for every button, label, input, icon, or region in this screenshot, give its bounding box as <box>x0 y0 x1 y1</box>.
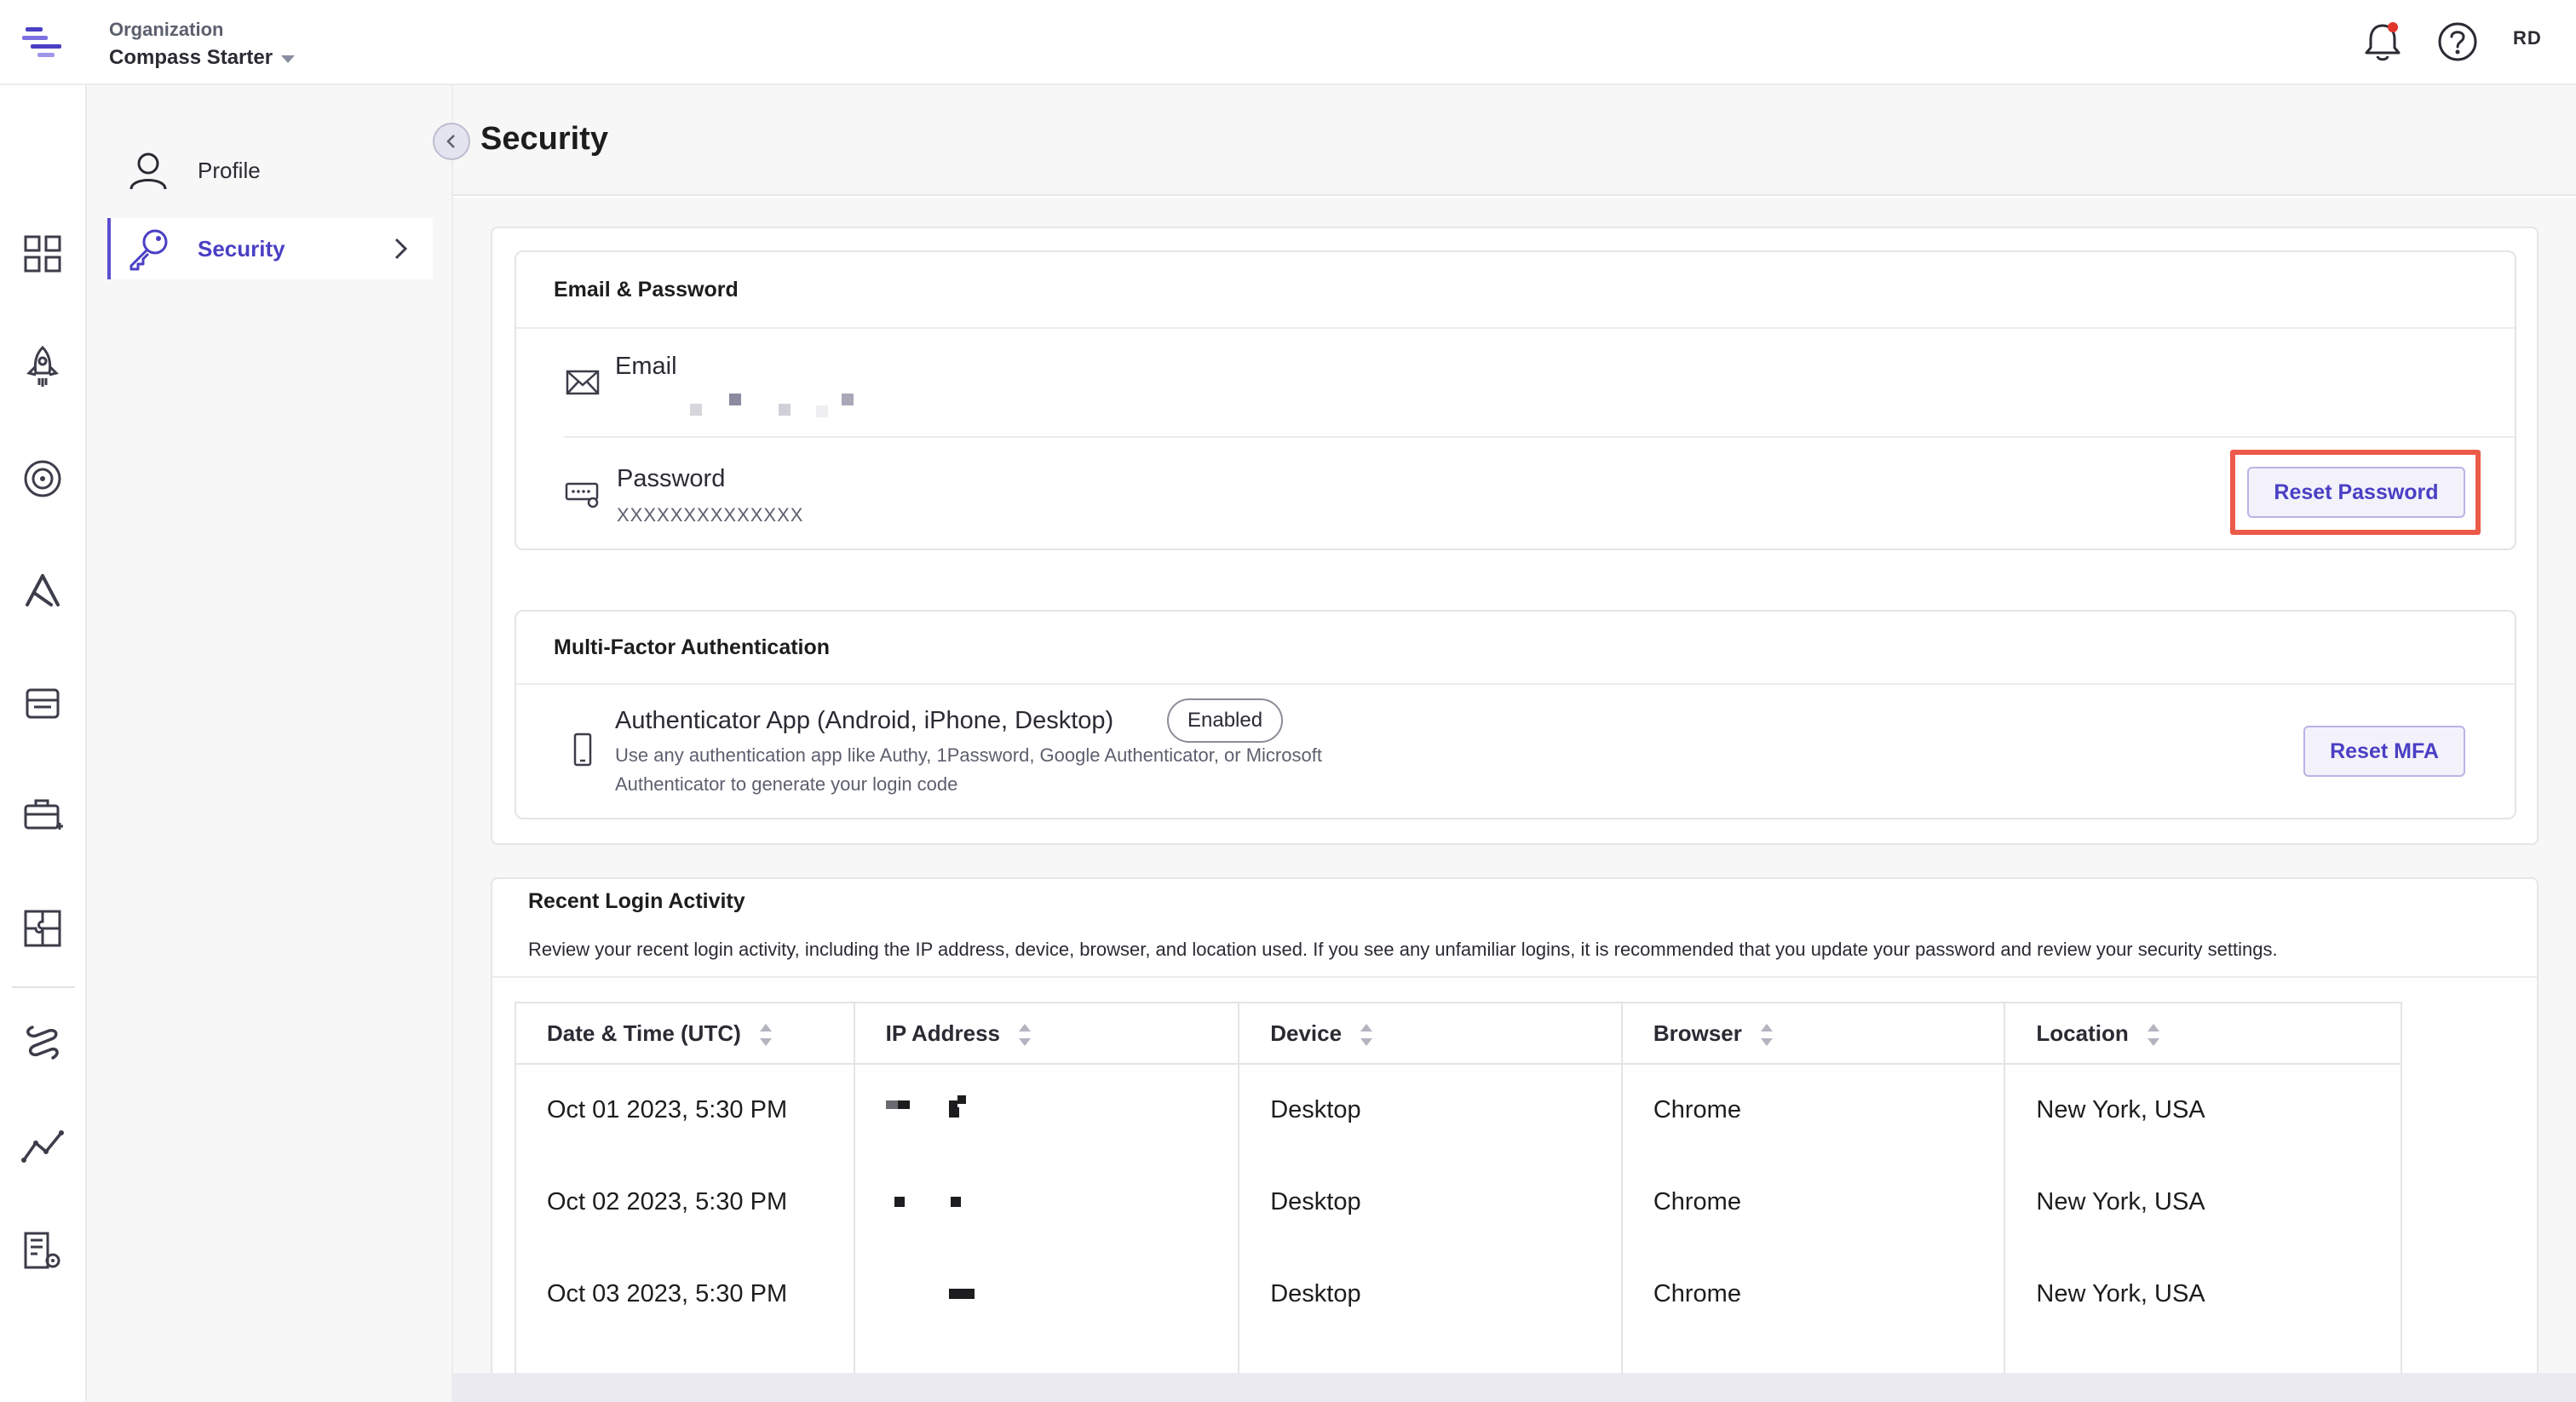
page-title: Security <box>480 121 608 157</box>
mfa-card: Multi-Factor Authentication Authenticato… <box>515 610 2516 819</box>
chevron-right-icon <box>394 238 408 260</box>
mobile-phone-icon <box>573 733 592 767</box>
divider <box>564 436 2515 438</box>
chevron-left-icon <box>446 135 455 148</box>
store-icon[interactable] <box>19 680 66 727</box>
column-header-datetime[interactable]: Date & Time (UTC) <box>515 1002 855 1065</box>
login-activity-table: Date & Time (UTC) IP Address Device Brow… <box>515 1002 2402 1402</box>
card-title: Multi-Factor Authentication <box>554 635 831 659</box>
subnav-item-security[interactable]: Security <box>107 218 433 279</box>
subnav-item-label: Profile <box>198 157 261 183</box>
organization-switcher[interactable]: Compass Starter <box>109 46 296 70</box>
collapse-sidebar-button[interactable] <box>433 123 470 160</box>
subnav-item-profile[interactable]: Profile <box>107 140 433 201</box>
divider <box>516 683 2515 685</box>
triangle-nodes-icon[interactable] <box>19 567 66 615</box>
caret-down-icon <box>281 55 296 63</box>
help-icon[interactable] <box>2436 20 2479 63</box>
toolbox-icon[interactable] <box>19 792 66 840</box>
envelope-icon <box>566 370 600 395</box>
column-header-device[interactable]: Device <box>1238 1002 1623 1065</box>
sort-icon[interactable] <box>2147 1023 2159 1046</box>
column-header-browser[interactable]: Browser <box>1620 1002 2006 1065</box>
line-chart-icon[interactable] <box>19 1123 66 1170</box>
email-label: Email <box>615 353 677 380</box>
top-bar: Organization Compass Starter RD <box>0 0 2576 85</box>
column-header-location[interactable]: Location <box>2004 1002 2402 1065</box>
datetime-cell: Oct 03 2023, 5:30 PM <box>515 1248 855 1340</box>
divider <box>492 976 2537 978</box>
ip-cell-redacted <box>853 1156 1240 1248</box>
sort-icon[interactable] <box>1019 1023 1032 1046</box>
reset-password-button[interactable]: Reset Password <box>2247 467 2465 518</box>
password-value: XXXXXXXXXXXXXX <box>617 504 804 526</box>
subnav-item-label: Security <box>198 235 285 261</box>
target-icon[interactable] <box>19 455 66 503</box>
dashboard-icon[interactable] <box>19 230 66 278</box>
building-settings-icon[interactable] <box>19 1227 66 1274</box>
location-cell: New York, USA <box>2004 1248 2402 1340</box>
browser-cell: Chrome <box>1620 1156 2006 1248</box>
password-field-icon <box>565 482 599 509</box>
status-badge: Enabled <box>1167 698 1284 743</box>
sort-icon[interactable] <box>1760 1023 1773 1046</box>
sort-icon[interactable] <box>1360 1023 1373 1046</box>
notification-bell-icon[interactable] <box>2361 19 2404 65</box>
device-cell: Desktop <box>1238 1156 1623 1248</box>
key-icon <box>129 229 168 271</box>
browser-cell: Chrome <box>1620 1064 2006 1156</box>
datetime-cell: Oct 02 2023, 5:30 PM <box>515 1156 855 1248</box>
card-title: Email & Password <box>554 278 739 302</box>
password-label: Password <box>617 465 726 492</box>
location-cell: New York, USA <box>2004 1064 2402 1156</box>
reset-mfa-button[interactable]: Reset MFA <box>2303 726 2465 777</box>
organization-name: Compass Starter <box>109 46 273 69</box>
settings-subnav: Profile Security <box>87 85 453 1402</box>
rail-divider <box>12 986 75 988</box>
email-password-card: Email & Password Email Password XXXXXXXX… <box>515 250 2516 550</box>
table-row: Oct 02 2023, 5:30 PM Desktop Chrome New … <box>515 1156 2402 1248</box>
left-rail <box>0 85 87 1402</box>
divider <box>516 327 2515 329</box>
table-row: Oct 03 2023, 5:30 PM Desktop Chrome New … <box>515 1248 2402 1340</box>
table-header-row: Date & Time (UTC) IP Address Device Brow… <box>515 1002 2402 1065</box>
mfa-description: Use any authentication app like Authy, 1… <box>615 744 1322 795</box>
column-header-ip[interactable]: IP Address <box>853 1002 1240 1065</box>
organization-label: Organization <box>109 19 224 40</box>
scroll-footer <box>453 1373 2576 1402</box>
location-cell: New York, USA <box>2004 1156 2402 1248</box>
page-header <box>453 85 2576 196</box>
table-row: Oct 01 2023, 5:30 PM Desktop Chrome New … <box>515 1064 2402 1156</box>
device-cell: Desktop <box>1238 1064 1623 1156</box>
device-cell: Desktop <box>1238 1248 1623 1340</box>
rocket-icon[interactable] <box>19 342 66 390</box>
sort-icon[interactable] <box>759 1023 772 1046</box>
puzzle-icon[interactable] <box>19 905 66 952</box>
authenticator-app-label: Authenticator App (Android, iPhone, Desk… <box>615 707 1114 734</box>
browser-cell: Chrome <box>1620 1248 2006 1340</box>
ip-cell-redacted <box>853 1064 1240 1156</box>
app-logo-icon[interactable] <box>20 20 65 65</box>
login-activity-description: Review your recent login activity, inclu… <box>528 939 2278 960</box>
chain-link-icon[interactable] <box>19 1019 66 1066</box>
user-icon <box>129 152 167 190</box>
login-activity-title: Recent Login Activity <box>528 889 745 913</box>
user-avatar[interactable]: RD <box>2513 27 2542 49</box>
ip-cell-redacted <box>853 1248 1240 1340</box>
datetime-cell: Oct 01 2023, 5:30 PM <box>515 1064 855 1156</box>
